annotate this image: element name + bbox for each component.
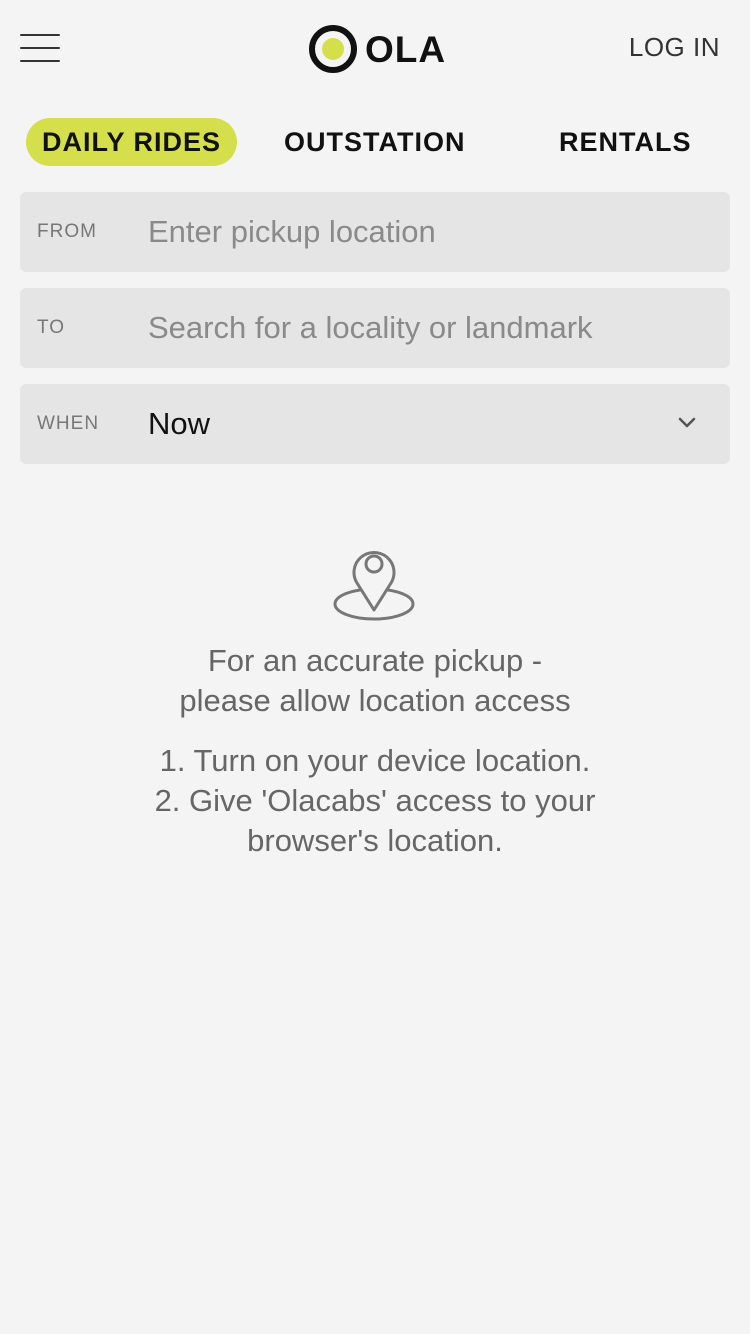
- ride-type-tabs: DAILY RIDES OUTSTATION RENTALS: [0, 118, 750, 166]
- location-notice-steps: 1. Turn on your device location. 2. Give…: [0, 741, 750, 861]
- tab-rentals[interactable]: RENTALS: [559, 118, 692, 166]
- location-notice-title: For an accurate pickup - please allow lo…: [0, 641, 750, 721]
- when-select[interactable]: WHEN Now: [20, 384, 730, 464]
- ola-logo-mark: OLA: [309, 25, 445, 73]
- chevron-down-icon: [678, 417, 696, 428]
- location-notice-title-line1: For an accurate pickup -: [207, 643, 543, 678]
- booking-page: OLA LOG IN DAILY RIDES OUTSTATION RENTAL…: [0, 0, 750, 1334]
- ola-logo[interactable]: OLA: [309, 25, 445, 77]
- location-step-2-line2: browser's location.: [247, 823, 503, 858]
- drop-label: TO: [37, 317, 66, 338]
- when-value: Now: [148, 406, 211, 441]
- drop-input[interactable]: [148, 288, 670, 368]
- hamburger-menu-icon[interactable]: [20, 30, 60, 66]
- tab-daily-rides[interactable]: DAILY RIDES: [26, 118, 238, 166]
- location-step-1: 1. Turn on your device location.: [159, 743, 591, 778]
- header: OLA LOG IN: [0, 0, 750, 96]
- svg-text:OLA: OLA: [365, 29, 445, 70]
- pickup-input[interactable]: [148, 192, 670, 272]
- location-notice-title-line2: please allow location access: [179, 683, 571, 718]
- when-label: WHEN: [37, 413, 100, 434]
- tab-outstation[interactable]: OUTSTATION: [284, 118, 465, 166]
- location-step-2-line1: 2. Give 'Olacabs' access to your: [154, 783, 596, 818]
- pickup-field[interactable]: FROM: [20, 192, 730, 272]
- pickup-label: FROM: [37, 221, 97, 242]
- login-button[interactable]: LOG IN: [629, 32, 720, 63]
- drop-field[interactable]: TO: [20, 288, 730, 368]
- location-pin-icon: [333, 551, 415, 621]
